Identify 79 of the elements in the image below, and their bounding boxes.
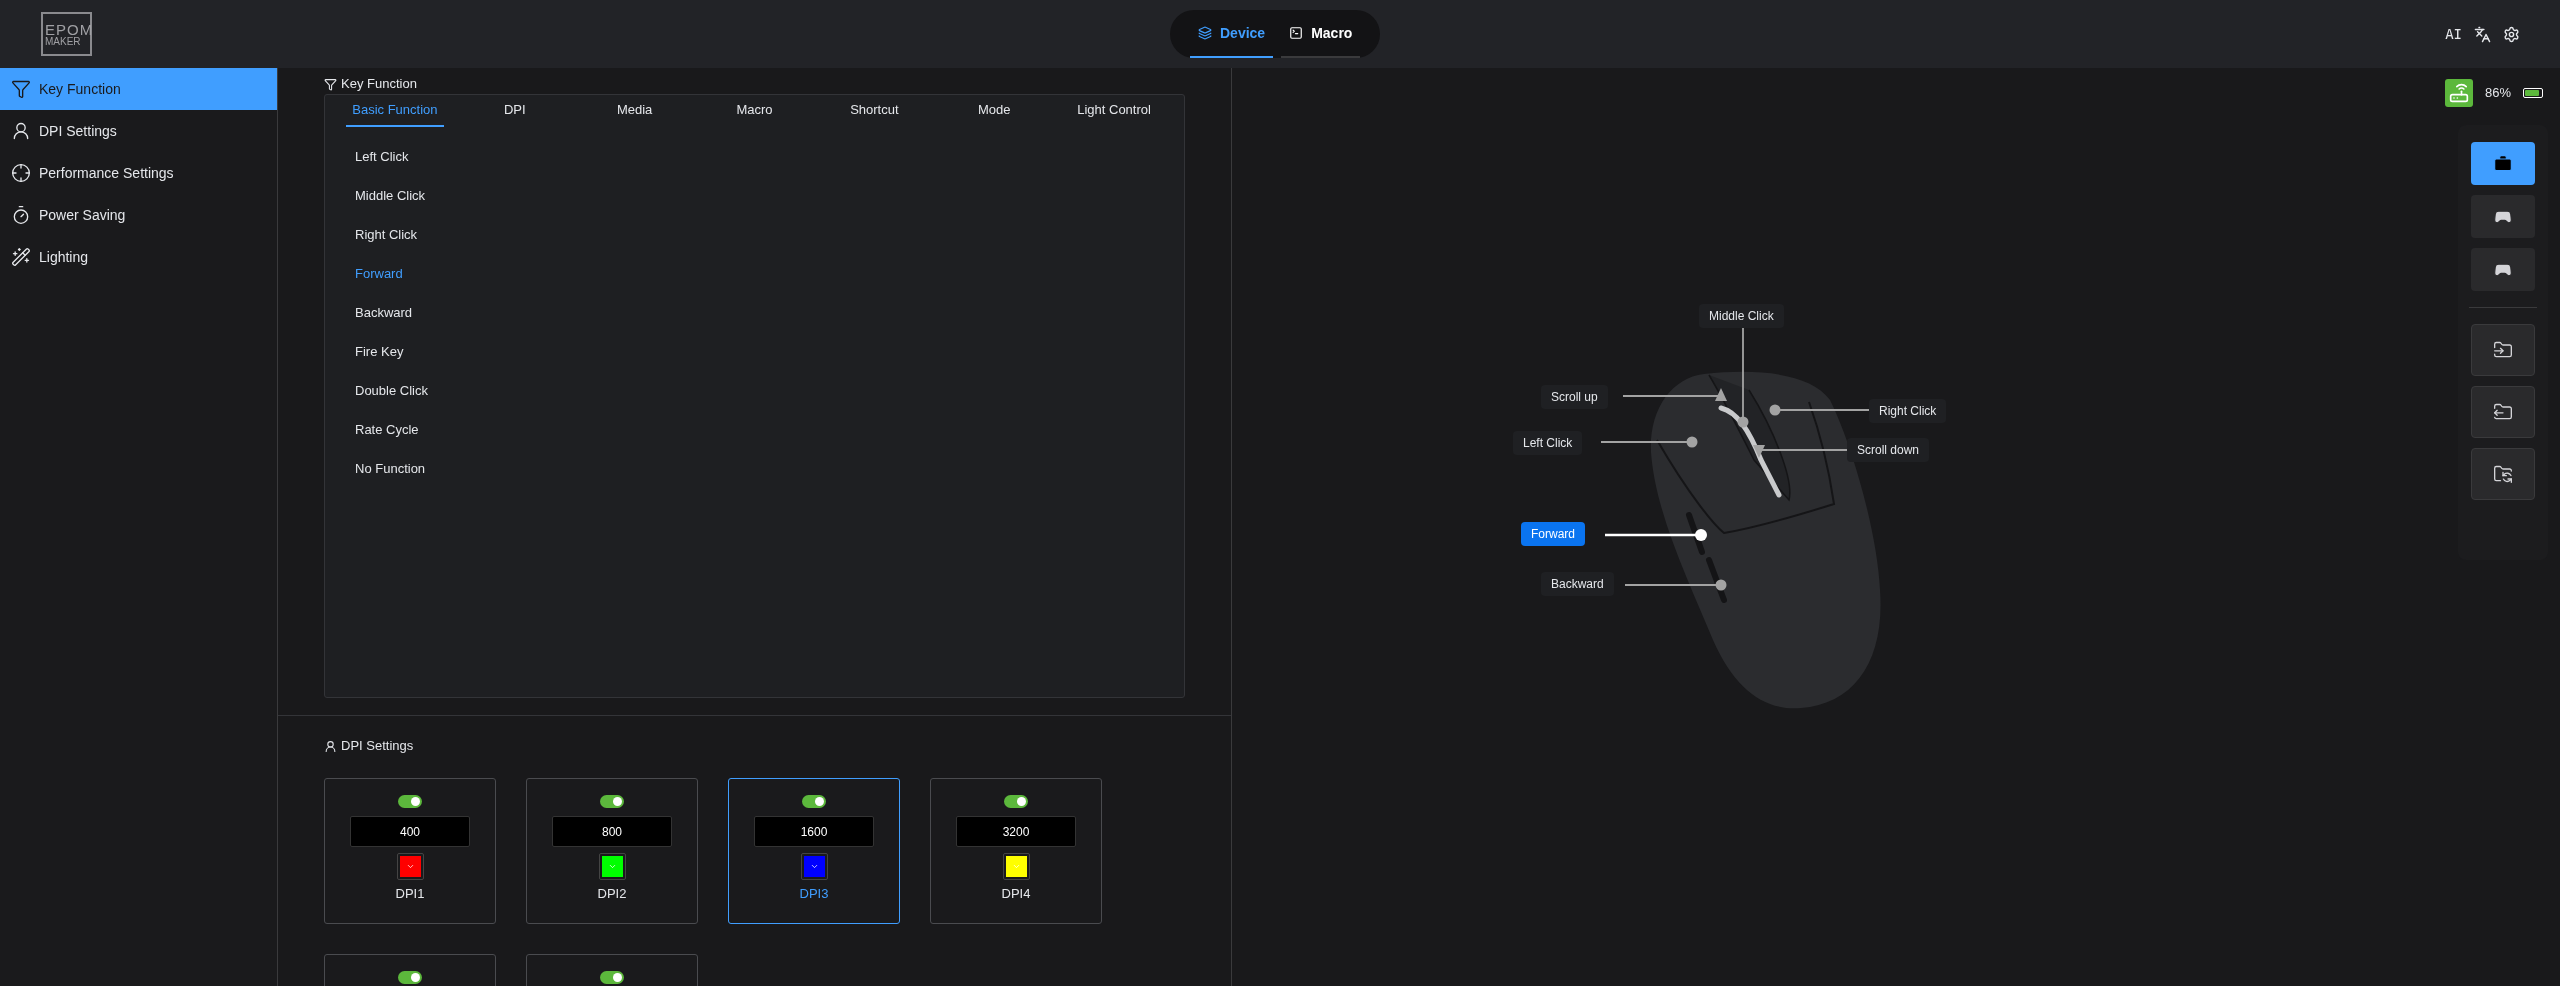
top-tab[interactable]: Macro [1281,10,1361,58]
stopwatch-icon [11,205,31,225]
mouse-button-label[interactable]: Middle Click [1699,304,1784,328]
dpi-card[interactable]: 3200 DPI4 [930,778,1102,924]
function-option[interactable]: Middle Click [355,176,426,215]
chevron-down-icon [1011,862,1021,871]
sidebar-item[interactable]: Lighting [0,236,277,278]
dpi-label: DPI4 [1001,885,1031,903]
sidebar-item[interactable]: DPI Settings [0,110,277,152]
toggle-switch[interactable] [1004,795,1028,808]
sidebar-item[interactable]: Key Function [0,68,277,110]
function-option[interactable]: Fire Key [355,332,404,371]
dpi-value-field[interactable]: 400 [350,816,470,847]
dpi-label: DPI2 [597,885,627,903]
chevron-down-icon [809,862,819,871]
toggle-switch[interactable] [398,795,422,808]
toggle-switch[interactable] [600,971,624,984]
sidebar-item[interactable]: Performance Settings [0,152,277,194]
person-icon [11,121,31,141]
filter-icon [324,77,337,91]
function-tab[interactable]: Light Control [1071,95,1157,127]
person-icon [324,739,337,753]
function-tab[interactable]: Media [610,95,659,127]
chevron-down-icon [405,862,415,871]
dpi-label: DPI1 [395,885,425,903]
toolbar-button[interactable] [2471,142,2535,185]
toggle-switch[interactable] [600,795,624,808]
mouse-button-label[interactable]: Backward [1541,572,1614,596]
dpi-value-field[interactable]: 3200 [956,816,1076,847]
section-title: DPI Settings [341,737,414,756]
folder-import-icon [2493,340,2513,360]
battery-percentage: 86% [2484,84,2511,103]
function-option[interactable]: Right Click [355,215,418,254]
magic-wand-icon [11,247,31,267]
toolbar-button[interactable] [2471,386,2535,438]
battery-icon [2523,88,2543,98]
section-title: Key Function [341,75,417,94]
language-icon[interactable] [2474,25,2491,43]
filter-icon [11,79,31,99]
chevron-down-icon [607,862,617,871]
mouse-button-label[interactable]: Scroll up [1541,385,1608,409]
mouse-button-label[interactable]: Scroll down [1847,438,1930,462]
folder-export-icon [2493,402,2513,422]
function-tab[interactable]: Shortcut [844,95,905,127]
function-option[interactable]: Left Click [355,137,409,176]
toolbar-button[interactable] [2471,448,2535,500]
function-tab[interactable]: Basic Function [346,95,444,127]
dpi-value-field[interactable]: 1600 [754,816,874,847]
terminal-icon [1289,26,1304,40]
toolbar-button[interactable] [2471,195,2535,238]
toolbar-button[interactable] [2471,248,2535,291]
dpi-card[interactable]: 800 DPI2 [526,778,698,924]
function-option[interactable]: Backward [355,293,413,332]
dpi-card[interactable]: 1600 DPI3 [728,778,900,924]
ai-button[interactable]: AI [2445,23,2462,45]
function-tab[interactable]: Macro [730,95,779,127]
toggle-switch[interactable] [802,795,826,808]
sidebar-item[interactable]: Power Saving [0,194,277,236]
crosshair-icon [11,163,31,183]
wireless-receiver-icon [2444,79,2473,107]
dpi-value-field[interactable]: 800 [552,816,672,847]
dpi-card[interactable]: 400 DPI1 [324,778,496,924]
dpi-label: DPI3 [799,885,829,903]
mouse-button-label[interactable]: Right Click [1869,399,1947,423]
folder-sync-icon [2493,464,2513,484]
mouse-button-label[interactable]: Left Click [1513,431,1583,455]
layers-icon [1198,26,1212,40]
function-tab[interactable]: Mode [971,95,1017,127]
mouse-button-label[interactable]: Forward [1521,522,1585,546]
settings-icon[interactable] [2503,25,2520,43]
logo-subtext: MAKER [45,36,82,47]
function-option[interactable]: No Function [355,449,426,488]
toolbar-button[interactable] [2471,324,2535,376]
function-option[interactable]: Rate Cycle [355,410,419,449]
top-tab[interactable]: Device [1190,10,1274,58]
toggle-switch[interactable] [398,971,422,984]
function-option[interactable]: Double Click [355,371,428,410]
function-tab[interactable]: DPI [497,95,532,127]
function-option[interactable]: Forward [355,254,403,293]
